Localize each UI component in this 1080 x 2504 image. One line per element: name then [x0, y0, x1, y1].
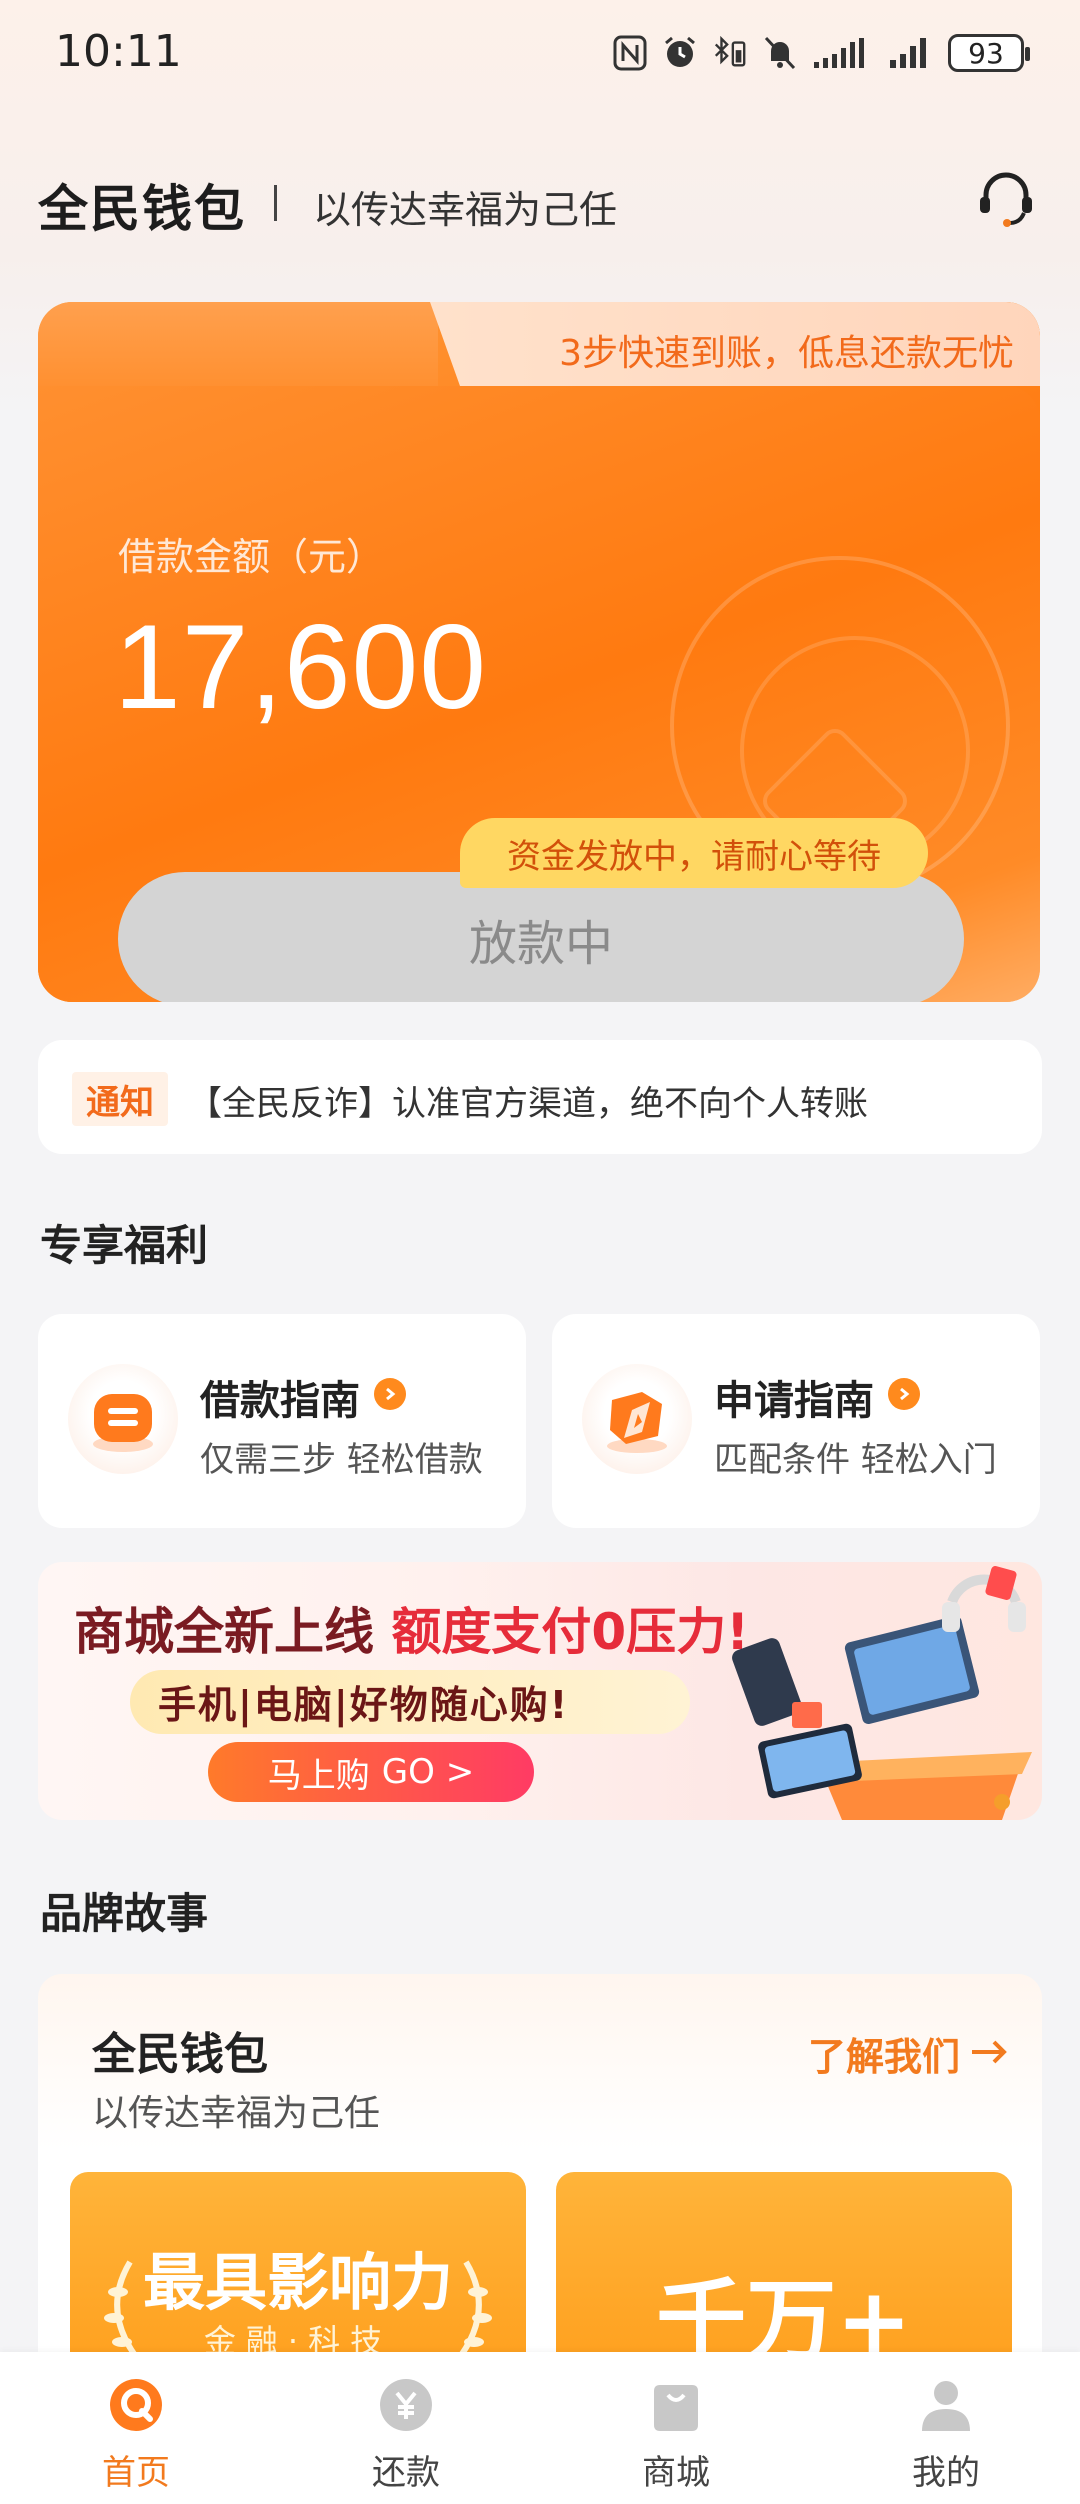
signal-icon: [812, 33, 874, 73]
app-header: 全民钱包 以传达幸福为己任: [38, 165, 1042, 238]
battery-indicator: 93: [948, 34, 1030, 72]
signal-icon-2: [888, 33, 934, 73]
banner-subline: 手机|电脑|好物随心购!: [158, 1683, 570, 1727]
benefit-card-loan-guide[interactable]: 借款指南 仅需三步 轻松借款: [38, 1314, 526, 1528]
status-icons: 93: [612, 28, 1030, 78]
about-us-label: 了解我们: [807, 2035, 960, 2079]
disbursement-status-pill: 资金发放中，请耐心等待: [460, 818, 928, 888]
brand-story-title: 全民钱包: [92, 2029, 268, 2080]
repay-icon: [374, 2374, 438, 2435]
mall-promo-banner[interactable]: 商城全新上线 额度支付0压力! 手机|电脑|好物随心购! 马上购 GO >: [38, 1562, 1042, 1820]
nfc-icon: [612, 33, 648, 73]
notice-bar[interactable]: 通知 【全民反诈】认准官方渠道，绝不向个人转账: [38, 1040, 1042, 1154]
benefit-card-apply-guide[interactable]: 申请指南 匹配条件 轻松入门: [552, 1314, 1040, 1528]
about-us-link[interactable]: 了解我们: [808, 2026, 1010, 2081]
shop-bag-icon: [644, 2374, 708, 2435]
banner-headline: 商城全新上线 额度支付0压力!: [74, 1592, 749, 1664]
benefit-title: 申请指南: [714, 1378, 874, 1424]
mute-icon: [762, 33, 798, 73]
brand-story-section-title: 品牌故事: [40, 1889, 209, 1938]
bluetooth-battery-icon: [712, 33, 748, 73]
card-promo-text: 3步快速到账，低息还款无忧: [559, 333, 1014, 374]
benefit-subtitle: 仅需三步 轻松借款: [200, 1440, 483, 1480]
benefit-title: 借款指南: [200, 1378, 360, 1424]
chevron-right-icon: [374, 1378, 406, 1410]
notice-tag: 通知: [72, 1072, 168, 1126]
go-label: GO >: [381, 1752, 475, 1792]
brand-story-subtitle: 以传达幸福为己任: [92, 2093, 381, 2134]
nav-label-shop: 商城: [642, 2453, 710, 2493]
bottom-nav: 首页 还款 商城 我的: [0, 2352, 1080, 2504]
nav-item-home[interactable]: 首页: [56, 2374, 216, 2494]
loan-amount-label: 借款金额（元）: [118, 535, 385, 579]
brand-story-card: 全民钱包 以传达幸福为己任 了解我们 最具影响力 金融·科技 千万+: [38, 1974, 1042, 2414]
card-body: 借款金额（元） 17,600 放款中 资金发放中，请耐心等待: [38, 386, 1040, 1002]
banner-headline-part2: 额度支付0压力!: [391, 1603, 750, 1661]
nav-item-repay[interactable]: 还款: [326, 2374, 486, 2494]
card-tab-left: [38, 302, 438, 392]
status-time: 10:11: [55, 26, 182, 77]
products-illustration: [702, 1562, 1042, 1820]
apply-guide-icon: [582, 1364, 692, 1474]
notice-text: 【全民反诈】认准官方渠道，绝不向个人转账: [188, 1084, 868, 1124]
banner-headline-part1: 商城全新上线: [74, 1603, 392, 1661]
status-bar: 10:11 93: [0, 0, 1080, 110]
nav-label-home: 首页: [102, 2453, 170, 2493]
chevron-right-icon: [888, 1378, 920, 1410]
nav-item-profile[interactable]: 我的: [866, 2374, 1026, 2494]
nav-label-profile: 我的: [912, 2453, 980, 2493]
disbursing-button[interactable]: 放款中: [118, 872, 964, 1002]
loan-card: 3步快速到账，低息还款无忧 借款金额（元） 17,600 放款中 资金发放中，请…: [38, 302, 1040, 1002]
brand-logo-text: 全民钱包: [38, 180, 246, 238]
benefits-section-title: 专享福利: [40, 1221, 209, 1270]
loan-guide-icon: [68, 1364, 178, 1474]
arrow-right-icon: [970, 2032, 1010, 2076]
loan-amount-value: 17,600: [114, 600, 488, 734]
influence-tile-title: 最具影响力: [142, 2246, 453, 2319]
customer-service-button[interactable]: [970, 165, 1042, 237]
buy-now-label: 马上购: [267, 1755, 370, 1796]
profile-icon: [914, 2374, 978, 2435]
nav-item-shop[interactable]: 商城: [596, 2374, 756, 2494]
header-slogan: 以传达幸福为己任: [313, 188, 618, 232]
benefit-subtitle: 匹配条件 轻松入门: [714, 1440, 997, 1480]
customer-service-icon: [974, 167, 1038, 235]
buy-now-button[interactable]: 马上购 GO >: [208, 1742, 534, 1802]
home-icon: [104, 2374, 168, 2435]
header-divider: [274, 185, 277, 221]
alarm-icon: [662, 33, 698, 73]
nav-label-repay: 还款: [372, 2453, 440, 2493]
